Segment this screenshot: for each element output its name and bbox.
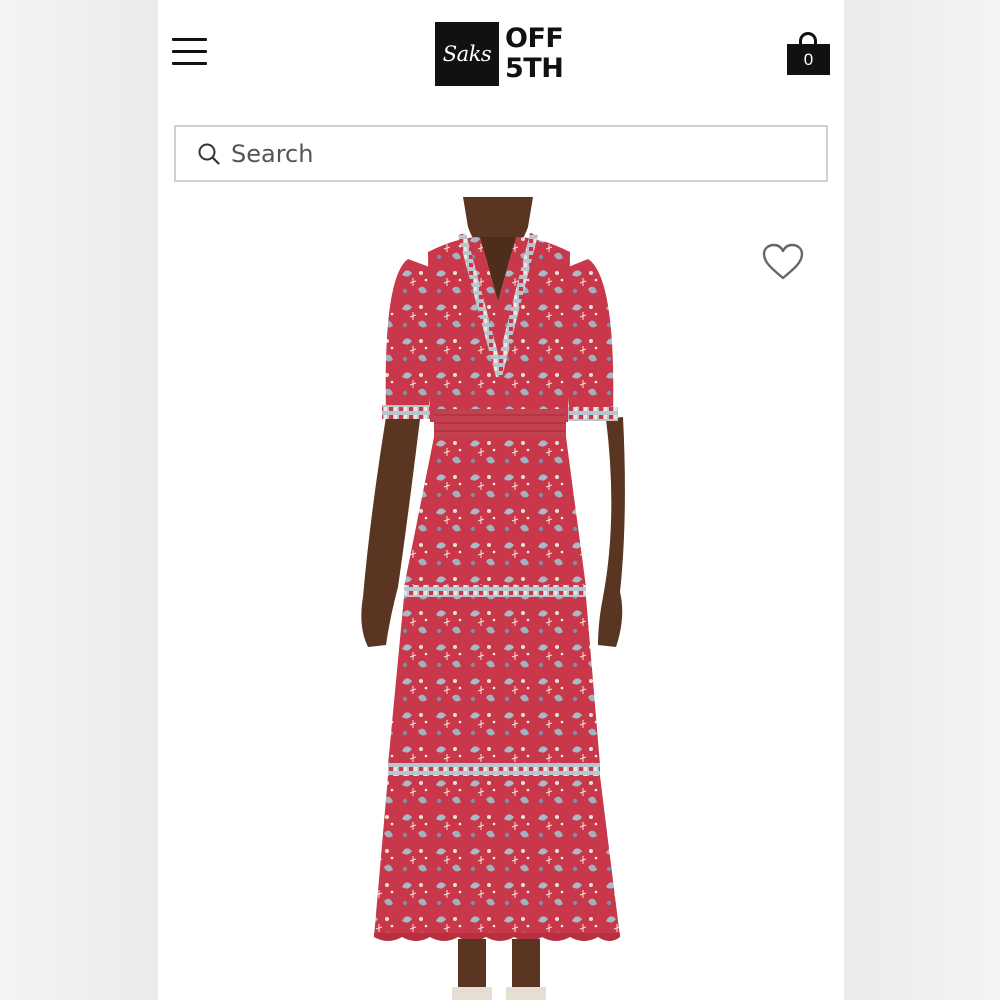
shopping-bag-icon[interactable]: 0 — [786, 30, 832, 76]
bag-count-badge: 0 — [787, 44, 830, 75]
heart-outline-icon[interactable] — [761, 242, 805, 282]
hamburger-menu-icon[interactable] — [172, 36, 208, 68]
search-input[interactable]: Search — [174, 125, 828, 182]
search-icon — [198, 143, 220, 165]
logo-script-box: Saks — [435, 22, 499, 86]
search-placeholder: Search — [231, 140, 314, 168]
logo-line-off: OFF — [505, 23, 564, 54]
background-right — [844, 0, 1000, 1000]
bag-count: 0 — [803, 49, 814, 69]
product-image[interactable] — [158, 197, 844, 1000]
menu-bar — [172, 38, 207, 41]
mobile-page: Saks OFF 5TH 0 Search — [158, 0, 844, 1000]
background-left — [0, 0, 158, 1000]
menu-bar — [172, 62, 207, 65]
site-header: Saks OFF 5TH 0 — [158, 0, 844, 108]
saks-off-5th-logo[interactable]: Saks OFF 5TH — [435, 22, 575, 86]
logo-line-5th: 5TH — [505, 53, 564, 84]
logo-script: Saks — [442, 42, 492, 66]
menu-bar — [172, 50, 207, 53]
logo-wordmark: OFF 5TH — [505, 22, 564, 86]
